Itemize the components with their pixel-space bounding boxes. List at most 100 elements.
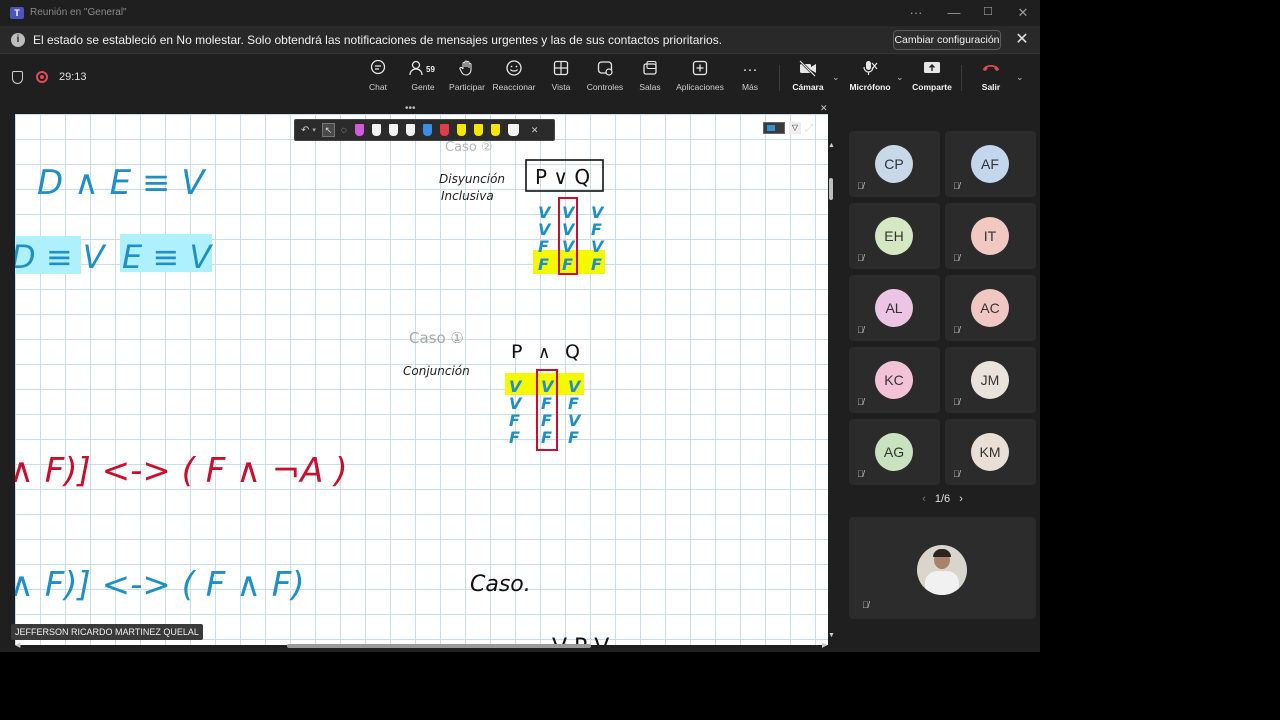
pen-magenta-icon[interactable] (354, 124, 364, 136)
participant-tile[interactable]: AG 🎙̸ (849, 419, 940, 485)
camera-label: Cámara (792, 82, 824, 92)
close-window-button[interactable]: ✕ (1006, 0, 1040, 25)
window-title: Reunión en "General" (30, 7, 127, 18)
more-options-icon[interactable]: ··· (899, 0, 933, 25)
avatar: KM (971, 433, 1009, 471)
highlighter-yellow-icon[interactable] (456, 124, 466, 136)
highlighter-yellow-icon[interactable] (473, 124, 483, 136)
color-swatch (767, 125, 775, 131)
mic-off-icon (848, 59, 892, 81)
mic-muted-icon: 🎙̸ (953, 325, 960, 335)
close-toolbar-icon[interactable]: ✕ (531, 125, 539, 136)
mic-muted-icon: 🎙̸ (953, 397, 960, 407)
lasso-icon[interactable]: ◌ (341, 125, 347, 136)
title-bar: T Reunión en "General" ··· — ☐ ✕ (0, 0, 1040, 25)
apps-button[interactable]: Aplicaciones (674, 59, 726, 101)
self-avatar-hair (933, 549, 951, 557)
participant-pager: ‹ 1/6 › (915, 493, 970, 505)
vertical-scrollbar[interactable]: ▲ ▼ (828, 142, 835, 640)
whiteboard-view-controls: ▽ ⤢ (763, 121, 825, 135)
mic-options-chevron-icon[interactable]: ⌄ (896, 72, 904, 83)
minimize-button[interactable]: — (937, 0, 971, 25)
q2-val: F (591, 255, 602, 274)
smiley-icon (492, 59, 536, 81)
raise-hand-label: Participar (449, 82, 485, 92)
caso-note: Caso. (470, 572, 531, 597)
view-button[interactable]: Vista (546, 59, 576, 101)
avatar: JM (971, 361, 1009, 399)
teams-meeting-window: T Reunión en "General" ··· — ☐ ✕ i El es… (0, 0, 1040, 652)
equation-d: D ≡ V (15, 238, 107, 276)
self-video-tile[interactable]: 🎙̸ (849, 517, 1036, 619)
horizontal-scrollbar-thumb[interactable] (287, 644, 591, 648)
scroll-down-icon[interactable]: ▼ (828, 632, 835, 639)
filter-icon[interactable]: ▽ (789, 122, 801, 134)
participant-tile[interactable]: EH 🎙̸ (849, 203, 940, 269)
mic-muted-icon: 🎙̸ (857, 325, 864, 335)
q1-val: F (568, 428, 579, 447)
expand-icon[interactable]: ⤢ (805, 123, 813, 134)
drag-handle-icon[interactable]: ••• (405, 103, 416, 114)
mic-muted-icon: 🎙̸ (953, 469, 960, 479)
controls-button[interactable]: Controles (586, 59, 624, 101)
camera-button[interactable]: Cámara (791, 59, 825, 101)
next-page-icon[interactable]: › (959, 493, 963, 505)
camera-options-chevron-icon[interactable]: ⌄ (832, 72, 840, 83)
more-label: Más (741, 82, 759, 92)
maximize-button[interactable]: ☐ (971, 0, 1005, 25)
avatar: IT (971, 217, 1009, 255)
hang-up-icon (976, 59, 1006, 81)
rooms-button[interactable]: Salas (636, 59, 664, 101)
apps-label: Aplicaciones (676, 82, 724, 92)
undo-icon[interactable]: ↶ (301, 125, 309, 136)
whiteboard-canvas[interactable]: D ∧ E ≡ V D ≡ V E ≡ V Caso ② Disyunción … (15, 114, 828, 645)
participant-tile[interactable]: IT 🎙̸ (945, 203, 1036, 269)
scroll-right-icon[interactable]: ▶ (822, 641, 827, 649)
pen-white-icon[interactable] (388, 124, 398, 136)
mic-muted-icon: 🎙̸ (857, 253, 864, 263)
view-label: Vista (551, 82, 571, 92)
pen-white-icon[interactable] (405, 124, 415, 136)
scroll-thumb[interactable] (829, 178, 833, 200)
eraser-icon[interactable] (507, 124, 519, 136)
people-label: Gente (411, 82, 435, 92)
page-indicator: 1/6 (934, 493, 951, 505)
pen-red-icon[interactable] (439, 124, 449, 136)
close-notification-icon[interactable]: ✕ (1012, 30, 1032, 50)
scroll-up-icon[interactable]: ▲ (828, 142, 835, 149)
share-button[interactable]: Comparte (912, 59, 952, 101)
participant-tile[interactable]: AF 🎙̸ (945, 131, 1036, 197)
participant-tile[interactable]: JM 🎙̸ (945, 347, 1036, 413)
conjunction-label: Conjunción (403, 364, 470, 378)
participant-tile[interactable]: AC 🎙̸ (945, 275, 1036, 341)
participant-tile[interactable]: KM 🎙̸ (945, 419, 1036, 485)
react-button[interactable]: Reaccionar (492, 59, 536, 101)
highlighter-yellow-icon[interactable] (490, 124, 500, 136)
leave-button[interactable]: Salir (976, 59, 1006, 101)
pen-blue-icon[interactable] (422, 124, 432, 136)
chat-label: Chat (369, 82, 387, 92)
p1-val: F (509, 428, 520, 447)
avatar: KC (875, 361, 913, 399)
mic-muted-icon: 🎙̸ (857, 469, 864, 479)
undo-chevron-icon[interactable]: ▾ (312, 126, 316, 134)
people-button[interactable]: 59 Gente (404, 59, 442, 101)
participant-tile[interactable]: KC 🎙̸ (849, 347, 940, 413)
raise-hand-button[interactable]: Participar (448, 59, 486, 101)
dnd-notification-bar: i El estado se estableció en No molestar… (0, 26, 1040, 54)
close-share-icon[interactable]: ✕ (820, 103, 828, 114)
prev-page-icon[interactable]: ‹ (922, 493, 926, 505)
participant-tile[interactable]: CP 🎙̸ (849, 131, 940, 197)
mic-button[interactable]: Micrófono (848, 59, 892, 101)
res1-val: F (541, 428, 552, 447)
pen-white-icon[interactable] (371, 124, 381, 136)
scroll-left-icon[interactable]: ◀ (15, 641, 20, 649)
more-button[interactable]: ··· Más (736, 59, 764, 101)
chat-button[interactable]: Chat (362, 59, 394, 101)
select-icon[interactable]: ↖ (321, 123, 335, 137)
color-picker-icon[interactable] (763, 122, 785, 134)
shared-content-stage: ••• ✕ D ∧ E ≡ V D ≡ V E ≡ V Caso ② Disyu… (0, 103, 835, 652)
change-settings-button[interactable]: Cambiar configuración (893, 30, 1001, 50)
participant-tile[interactable]: AL 🎙̸ (849, 275, 940, 341)
leave-options-chevron-icon[interactable]: ⌄ (1016, 72, 1024, 83)
